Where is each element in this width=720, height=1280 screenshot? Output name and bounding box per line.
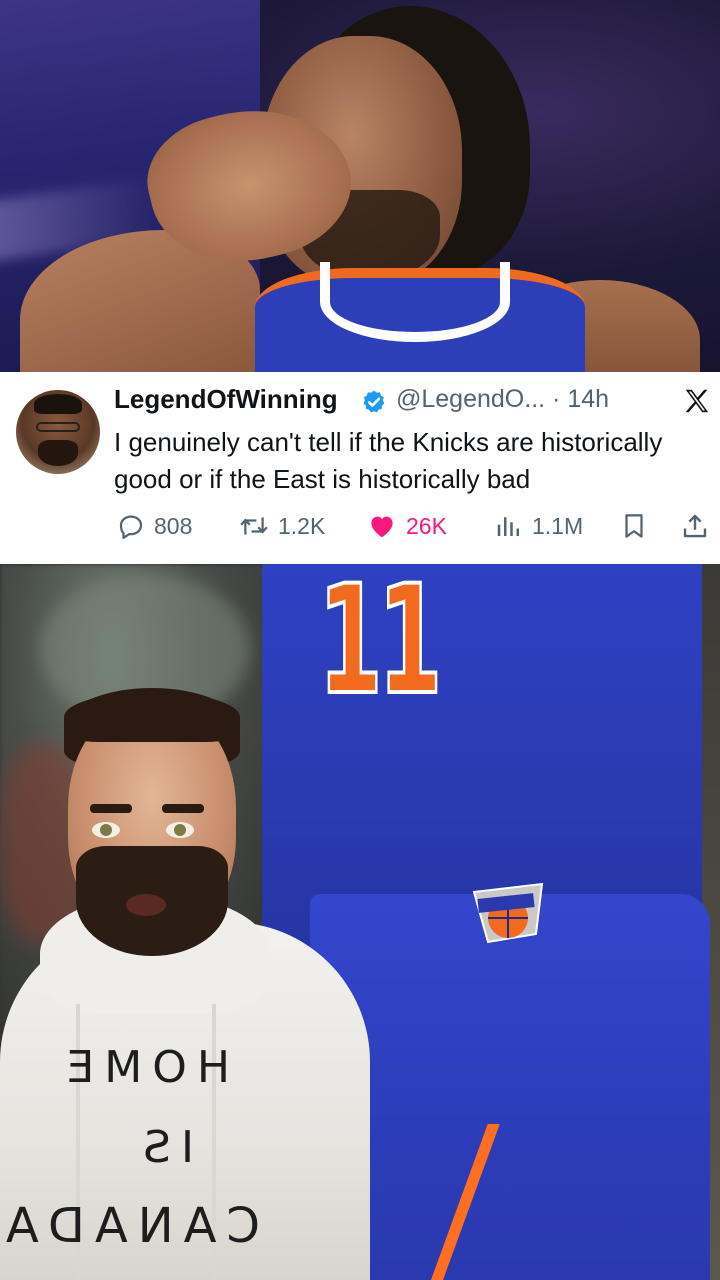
reply-button[interactable]: 808: [116, 506, 192, 546]
tweet-card[interactable]: LegendOfWinning @LegendO... · 14h I genu…: [0, 372, 720, 564]
like-button[interactable]: 26K: [366, 506, 447, 546]
avatar-glasses: [36, 422, 80, 432]
user-handle[interactable]: @LegendO...: [396, 385, 545, 413]
jersey-collar-trim: [320, 262, 510, 342]
person-hair-top: [64, 692, 240, 742]
views-count: 1.1M: [532, 512, 584, 539]
share-icon: [683, 514, 707, 538]
like-count: 26K: [406, 512, 447, 539]
tweet-actions: 808 1.2K 26K 1.1M: [114, 506, 714, 546]
x-logo-icon: [685, 389, 709, 413]
hoodie-print: HOME IS CANADA: [0, 1042, 370, 1280]
avatar-hair: [34, 394, 82, 414]
repost-button[interactable]: 1.2K: [238, 506, 325, 546]
hoodie-text-line: CANADA: [0, 1198, 260, 1254]
post-time[interactable]: 14h: [567, 385, 609, 413]
display-name[interactable]: LegendOfWinning: [114, 384, 338, 415]
repost-count: 1.2K: [278, 512, 326, 539]
verified-badge-icon: [363, 390, 385, 413]
separator-dot: ·: [552, 385, 561, 413]
bookmark-button[interactable]: [619, 506, 649, 546]
right-eyebrow: [162, 804, 204, 813]
reply-icon: [119, 515, 143, 539]
left-eyebrow: [90, 804, 132, 813]
repost-icon: [240, 517, 268, 535]
top-photo: [0, 0, 720, 372]
jersey-number: 11: [317, 564, 444, 728]
knicks-logo-icon: [472, 882, 544, 944]
views-icon: [497, 517, 519, 536]
user-avatar[interactable]: [16, 390, 100, 474]
bookmark-icon: [625, 514, 643, 538]
handle-and-time[interactable]: @LegendO... · 14h: [396, 385, 609, 414]
share-button[interactable]: [680, 506, 710, 546]
right-eye: [166, 822, 194, 838]
like-icon: [371, 516, 393, 538]
left-eye: [92, 822, 120, 838]
hoodie-text-line: HOME: [56, 1042, 230, 1093]
bottom-photo: 11 HOME IS CANADA: [0, 564, 720, 1280]
reply-count: 808: [154, 512, 193, 539]
tweet-text: I genuinely can't tell if the Knicks are…: [114, 427, 663, 494]
person-mouth: [126, 894, 166, 916]
views-button[interactable]: 1.1M: [494, 506, 583, 546]
avatar-beard: [38, 440, 78, 466]
hoodie-text-line: IS: [133, 1122, 194, 1173]
